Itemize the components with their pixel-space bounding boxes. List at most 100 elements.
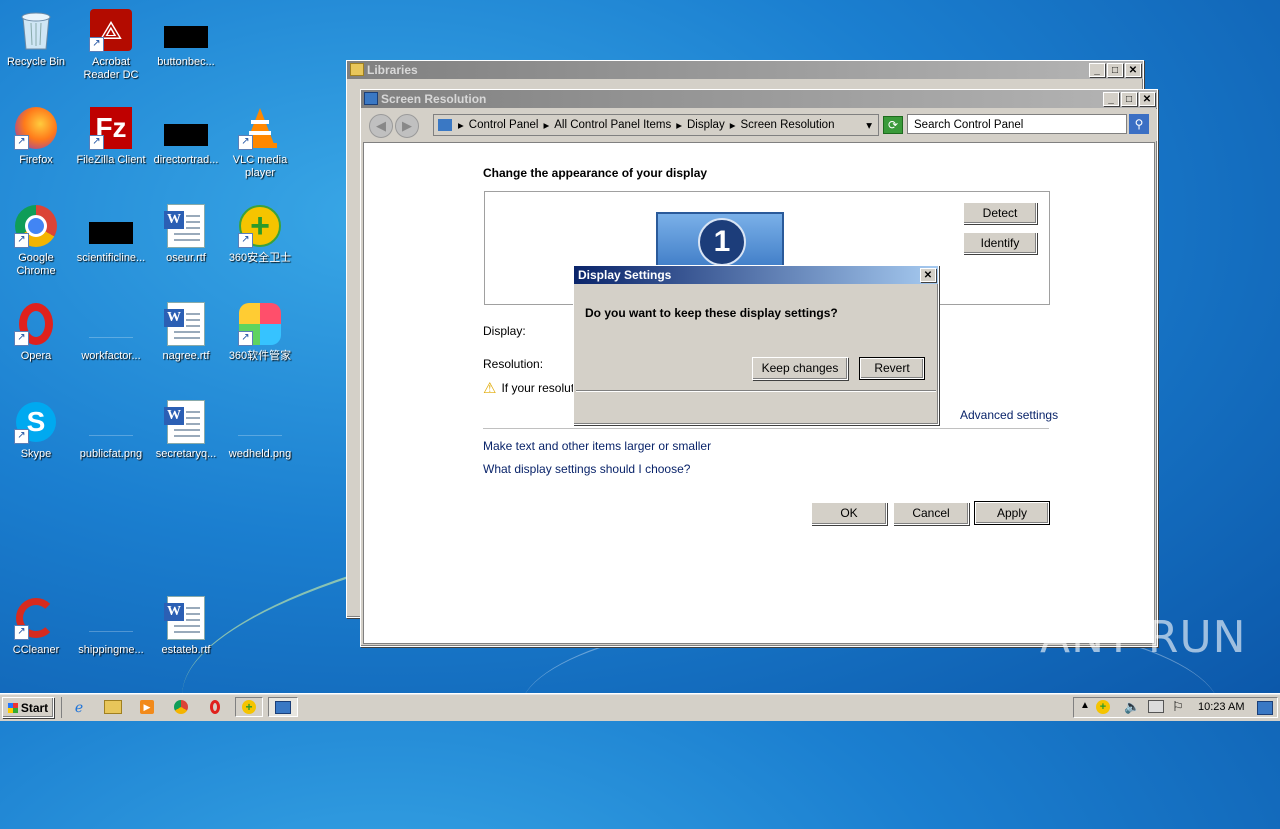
- display-label: Display:: [483, 324, 526, 338]
- desktop-icon-directortrad[interactable]: directortrad...: [148, 106, 224, 167]
- word-document-icon: W: [164, 596, 208, 640]
- file-explorer-icon[interactable]: [103, 698, 123, 716]
- desktop-icon-label: buttonbec...: [157, 56, 215, 68]
- detect-button[interactable]: Detect: [963, 202, 1037, 224]
- divider: [483, 428, 1049, 429]
- warning-text: If your resolut: [501, 381, 575, 395]
- identify-button[interactable]: Identify: [963, 232, 1037, 254]
- desktop-icon-label: nagree.rtf: [162, 350, 210, 362]
- desktop-icon-oseur[interactable]: W oseur.rtf: [148, 204, 224, 265]
- address-bar[interactable]: ▸ Control Panel ▸ All Control Panel Item…: [433, 114, 879, 136]
- control-panel-icon: [438, 119, 452, 131]
- opera-icon: ↗: [14, 302, 58, 346]
- show-desktop-icon[interactable]: [1257, 701, 1273, 715]
- desktop-icon-360-software[interactable]: ↗ 360软件管家: [222, 302, 298, 363]
- desktop-icon-secretaryq[interactable]: W secretaryq...: [148, 400, 224, 461]
- desktop-icon-opera[interactable]: ↗ Opera: [0, 302, 74, 363]
- desktop-icon-wedheld[interactable]: wedheld.png: [222, 400, 298, 461]
- desktop-icon-scientificline[interactable]: scientificline...: [73, 204, 149, 265]
- image-file-icon: [89, 400, 133, 444]
- start-button[interactable]: Start: [2, 697, 54, 718]
- desktop-icon-ccleaner[interactable]: ↗ CCleaner: [0, 596, 74, 657]
- refresh-icon[interactable]: ⟳: [883, 116, 903, 134]
- breadcrumb-all-items[interactable]: All Control Panel Items: [554, 119, 671, 131]
- maximize-button[interactable]: □: [1121, 92, 1137, 106]
- clock[interactable]: 10:23 AM: [1198, 701, 1251, 713]
- revert-button[interactable]: Revert: [859, 357, 925, 380]
- desktop-icon-label: Google Chrome: [16, 252, 56, 277]
- desktop-icon-buttonbec[interactable]: buttonbec...: [148, 8, 224, 69]
- desktop-icon-label: shippingme...: [78, 644, 144, 656]
- minimize-button[interactable]: _: [1103, 92, 1119, 106]
- search-icon[interactable]: ⚲: [1129, 114, 1149, 134]
- monitor-number: 1: [698, 218, 746, 266]
- maximize-button[interactable]: □: [1107, 63, 1123, 77]
- acrobat-icon: ⟁ ↗: [89, 8, 133, 52]
- desktop-icon-acrobat[interactable]: ⟁ ↗ Acrobat Reader DC: [73, 8, 149, 82]
- desktop-icon-estateb[interactable]: W estateb.rtf: [148, 596, 224, 657]
- forward-button[interactable]: ▶: [395, 114, 419, 138]
- apply-button[interactable]: Apply: [974, 501, 1050, 525]
- chrome-icon: ↗: [14, 204, 58, 248]
- breadcrumb-screen-resolution[interactable]: Screen Resolution: [741, 119, 835, 131]
- file-thumbnail-icon: [89, 204, 133, 248]
- search-input[interactable]: Search Control Panel: [907, 114, 1127, 134]
- close-button[interactable]: ✕: [1125, 63, 1141, 77]
- action-center-flag-icon[interactable]: ⚐: [1172, 699, 1184, 715]
- desktop-icon-360-safe[interactable]: + ↗ 360安全卫士: [222, 204, 298, 265]
- dialog-question: Do you want to keep these display settin…: [585, 306, 838, 320]
- back-button[interactable]: ◀: [369, 114, 393, 138]
- display-help-link[interactable]: What display settings should I choose?: [483, 462, 690, 476]
- 360-tray-icon[interactable]: +: [1096, 700, 1110, 714]
- minimize-button[interactable]: _: [1089, 63, 1105, 77]
- network-icon[interactable]: [1148, 700, 1164, 713]
- desktop-icon-publicfat[interactable]: publicfat.png: [73, 400, 149, 461]
- screen-resolution-titlebar[interactable]: Screen Resolution _ □ ✕: [361, 90, 1157, 108]
- chrome-taskbar-icon[interactable]: [171, 698, 191, 716]
- close-button[interactable]: ✕: [920, 268, 936, 282]
- dialog-title: Display Settings: [578, 268, 672, 282]
- desktop-icon-label: 360安全卫士: [228, 252, 292, 264]
- desktop-icon-workfactor[interactable]: workfactor...: [73, 302, 149, 363]
- system-tray: ▲ + 🔈 ⚐ 10:23 AM: [1073, 697, 1278, 718]
- 360-taskbar-button[interactable]: +: [235, 697, 263, 717]
- warning-icon: ⚠: [483, 380, 497, 397]
- breadcrumb-control-panel[interactable]: Control Panel: [469, 119, 539, 131]
- 360-software-manager-icon: ↗: [238, 302, 282, 346]
- desktop-icon-skype[interactable]: S ↗ Skype: [0, 400, 74, 461]
- chevron-up-icon[interactable]: ▲: [1080, 700, 1090, 711]
- volume-icon[interactable]: 🔈: [1124, 699, 1140, 715]
- desktop-icon-recycle-bin[interactable]: Recycle Bin: [0, 8, 74, 69]
- text-size-link[interactable]: Make text and other items larger or smal…: [483, 439, 711, 453]
- internet-explorer-icon[interactable]: ℯ: [69, 698, 89, 716]
- window-title: Screen Resolution: [381, 92, 487, 106]
- cancel-button[interactable]: Cancel: [893, 502, 969, 525]
- close-button[interactable]: ✕: [1139, 92, 1155, 106]
- chevron-down-icon[interactable]: ▾: [866, 118, 872, 132]
- breadcrumb-separator-icon: ▸: [676, 120, 682, 132]
- ok-button[interactable]: OK: [811, 502, 887, 525]
- desktop-icon-label: VLC media player: [232, 154, 288, 179]
- desktop-icon-shippingme[interactable]: shippingme...: [73, 596, 149, 657]
- libraries-titlebar[interactable]: Libraries _ □ ✕: [347, 61, 1143, 79]
- breadcrumb-separator-icon: ▸: [458, 120, 464, 132]
- desktop-icon-label: FileZilla Client: [76, 154, 146, 166]
- breadcrumb-display[interactable]: Display: [687, 119, 725, 131]
- display-taskbar-button[interactable]: [268, 697, 298, 717]
- desktop-icon-nagree[interactable]: W nagree.rtf: [148, 302, 224, 363]
- folder-icon: [350, 63, 364, 76]
- desktop-icon-label: estateb.rtf: [161, 644, 211, 656]
- desktop-icon-chrome[interactable]: ↗ Google Chrome: [0, 204, 74, 278]
- media-player-icon[interactable]: ▶: [137, 698, 157, 716]
- opera-taskbar-icon[interactable]: [205, 698, 225, 716]
- desktop-icon-filezilla[interactable]: Fz ↗ FileZilla Client: [73, 106, 149, 167]
- desktop-icon-firefox[interactable]: ↗ Firefox: [0, 106, 74, 167]
- desktop-icon-vlc[interactable]: ↗ VLC media player: [222, 106, 298, 180]
- advanced-settings-link[interactable]: Advanced settings: [960, 408, 1058, 422]
- dialog-titlebar[interactable]: Display Settings ✕: [574, 266, 938, 284]
- display-settings-dialog[interactable]: Display Settings ✕ Do you want to keep t…: [573, 265, 939, 425]
- keep-changes-button[interactable]: Keep changes: [752, 357, 848, 380]
- warning-row: ⚠ If your resolut: [483, 379, 574, 397]
- desktop-icon-label: Recycle Bin: [6, 56, 66, 68]
- skype-icon: S ↗: [14, 400, 58, 444]
